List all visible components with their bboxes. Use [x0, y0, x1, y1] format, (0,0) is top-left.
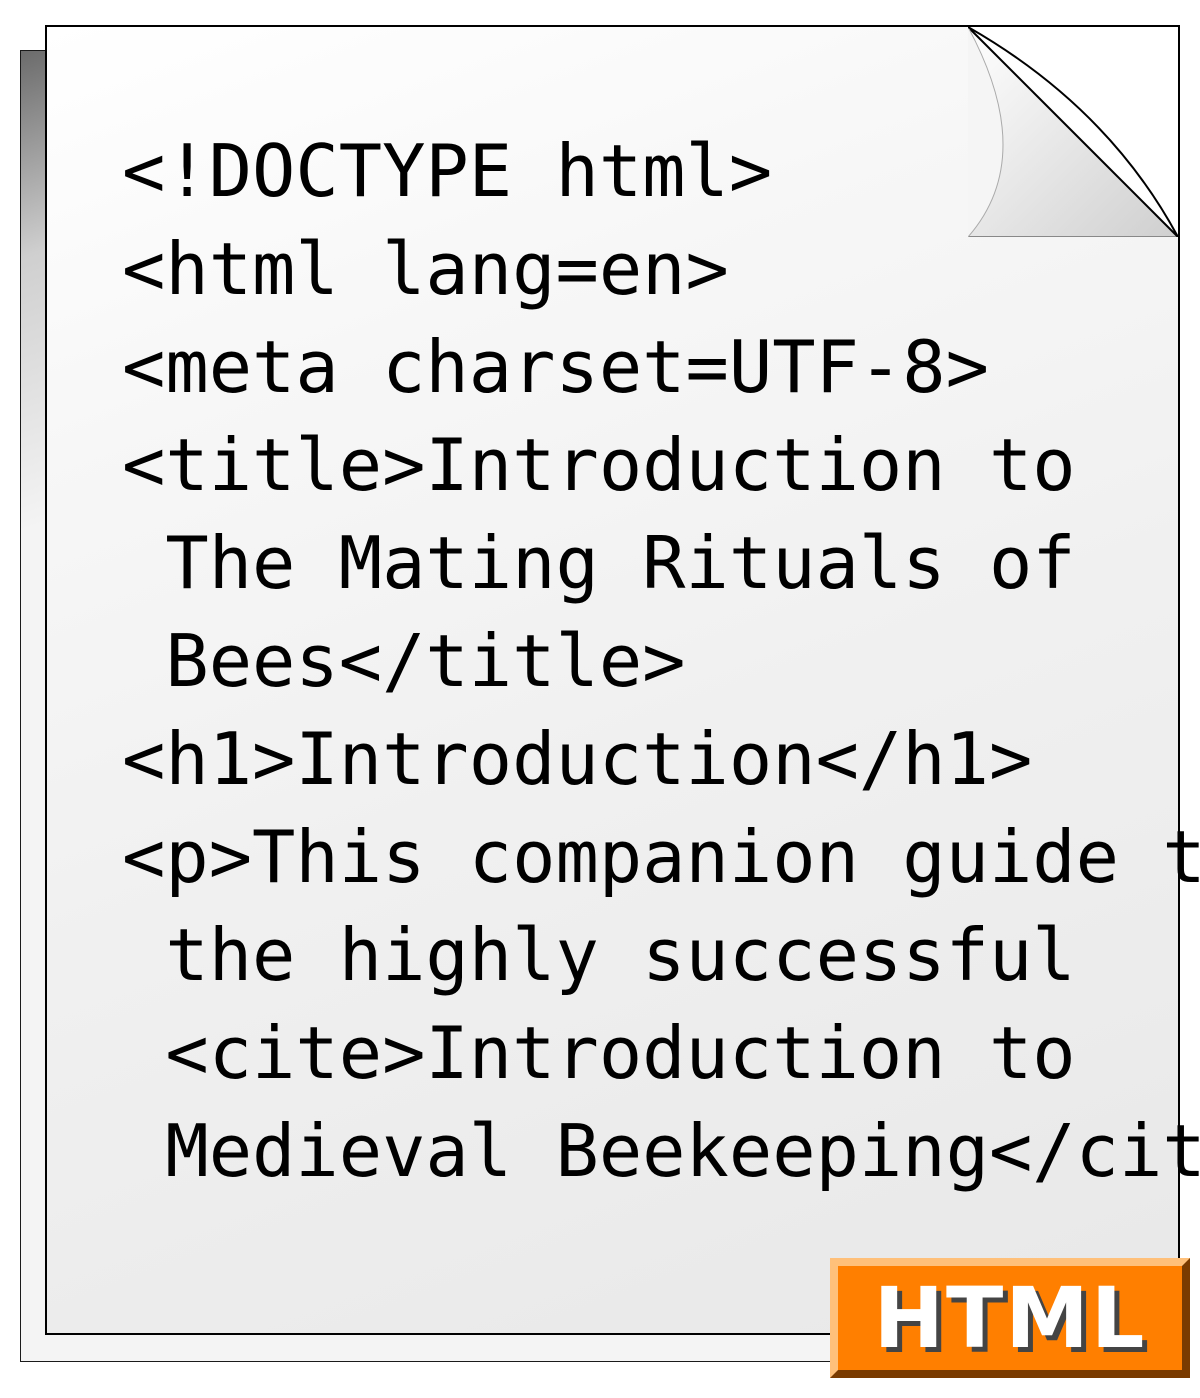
code-line: <p>This companion guide to: [122, 815, 1200, 899]
filetype-badge: HTML: [830, 1258, 1190, 1378]
code-line: <html lang=en>: [122, 227, 729, 311]
code-line: <!DOCTYPE html>: [122, 129, 772, 213]
document-page: <!DOCTYPE html> <html lang=en> <meta cha…: [45, 25, 1180, 1335]
code-line: Bees</title>: [122, 619, 686, 703]
code-line: the highly successful: [122, 913, 1076, 997]
code-line: <meta charset=UTF-8>: [122, 325, 989, 409]
code-line: <title>Introduction to: [122, 423, 1076, 507]
source-code-block: <!DOCTYPE html> <html lang=en> <meta cha…: [122, 122, 1200, 1200]
file-icon-canvas: <!DOCTYPE html> <html lang=en> <meta cha…: [0, 0, 1200, 1398]
filetype-label: HTML: [874, 1269, 1147, 1367]
code-line: The Mating Rituals of: [122, 521, 1076, 605]
code-line: <cite>Introduction to: [122, 1011, 1076, 1095]
code-line: <h1>Introduction</h1>: [122, 717, 1032, 801]
code-line: Medieval Beekeeping</cite>…: [122, 1109, 1200, 1193]
